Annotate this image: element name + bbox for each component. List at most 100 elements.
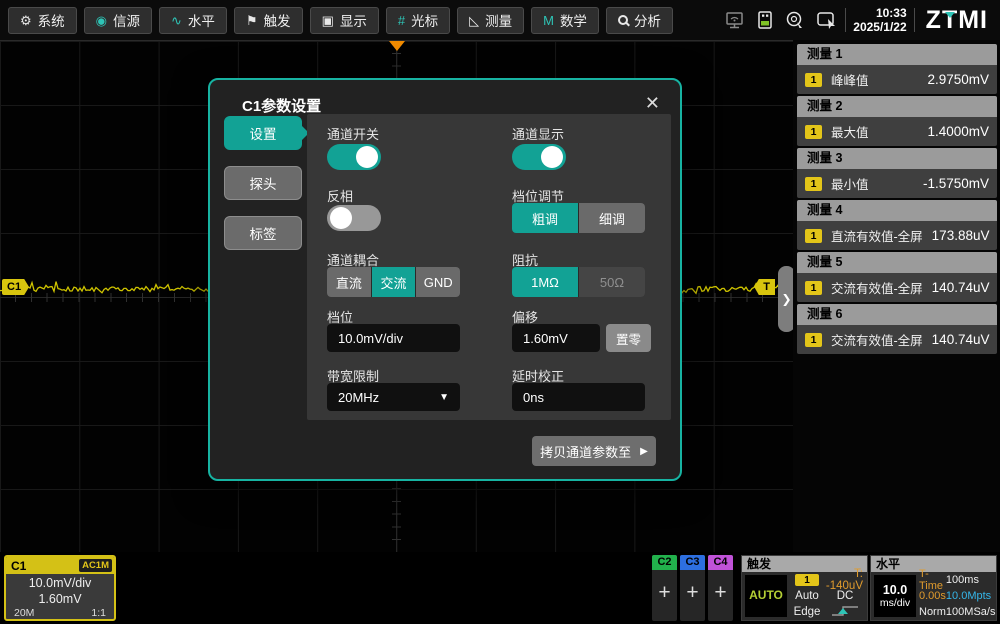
offset-input[interactable]: 1.60mV [512, 324, 600, 352]
menu-horizontal-label: 水平 [188, 10, 215, 30]
clock-date: 2025/1/22 [853, 20, 906, 34]
menu-display[interactable]: ▣ 显示 [310, 7, 379, 34]
tab-probe[interactable]: 探头 [224, 166, 302, 200]
brand-logo: ZTMI [922, 6, 992, 35]
horizontal-status-panel[interactable]: 水平 10.0 ms/div T-Time 100ms 0.00s 10.0Mp… [870, 555, 997, 621]
dialog-title: C1参数设置 [242, 95, 321, 116]
network-display-icon[interactable] [725, 10, 745, 30]
trigger-level-value: T: -140uV [825, 568, 865, 592]
copy-channel-params-button[interactable]: 拷贝通道参数至 ▶ [532, 436, 656, 466]
top-menu-bar: ⚙ 系统 ◉ 信源 ∿ 水平 ⚑ 触发 ▣ 显示 # 光标 ◺ 测量 M 数学 [0, 0, 1000, 40]
measurement-card-4[interactable]: 测量 4 1 直流有效值-全屏 173.88uV [797, 200, 997, 250]
menu-system-label: 系统 [38, 10, 65, 30]
source-badge: 1 [805, 125, 822, 139]
measurement-name: 最小值 [831, 174, 869, 193]
coupling-ac-option[interactable]: 交流 [372, 267, 416, 297]
channel1-level-tag[interactable]: C1 [2, 279, 29, 295]
menu-math-label: 数学 [560, 10, 587, 30]
measurement-title: 测量 5 [797, 252, 997, 273]
gain-fine-option[interactable]: 细调 [579, 203, 645, 233]
measurement-name: 交流有效值-全屏 [831, 278, 923, 297]
wave-icon: ∿ [171, 14, 182, 27]
menu-horizontal[interactable]: ∿ 水平 [159, 7, 227, 34]
measurement-value: 1.4000mV [927, 124, 989, 139]
measurement-title: 测量 1 [797, 44, 997, 65]
logo-triangle-icon [945, 12, 955, 18]
impedance-1m-option[interactable]: 1MΩ [512, 267, 578, 297]
measurement-title: 测量 2 [797, 96, 997, 117]
channel-switch-toggle[interactable] [327, 144, 381, 170]
topbar-divider [845, 8, 846, 32]
timebase-unit: ms/div [880, 597, 910, 609]
menu-measure[interactable]: ◺ 测量 [457, 7, 524, 34]
channel1-label: C1 [11, 559, 26, 573]
measurement-title: 测量 4 [797, 200, 997, 221]
channel3-label: C3 [680, 555, 705, 570]
dialog-tabs: 设置 探头 标签 [224, 116, 302, 250]
deskew-input[interactable]: 0ns [512, 383, 645, 411]
oscilloscope-screen: ⚙ 系统 ◉ 信源 ∿ 水平 ⚑ 触发 ▣ 显示 # 光标 ◺ 测量 M 数学 [0, 0, 1000, 624]
coupling-gnd-option[interactable]: GND [416, 267, 460, 297]
channel1-ratio: 1:1 [91, 607, 106, 619]
menu-source[interactable]: ◉ 信源 [84, 7, 152, 34]
add-channel2-button[interactable]: C2 + [652, 555, 677, 621]
menu-display-label: 显示 [340, 10, 367, 30]
gain-coarse-option[interactable]: 粗调 [512, 203, 578, 233]
channel1-bandwidth: 20M [14, 607, 34, 619]
memory-depth: 10.0Mpts [946, 590, 996, 602]
status-icons [725, 10, 838, 30]
trigger-sweep: Auto [789, 590, 825, 602]
measurement-card-5[interactable]: 测量 5 1 交流有效值-全屏 140.74uV [797, 252, 997, 302]
menu-trigger[interactable]: ⚑ 触发 [234, 7, 303, 34]
channel2-label: C2 [652, 555, 677, 570]
measurement-card-3[interactable]: 测量 3 1 最小值 -1.5750mV [797, 148, 997, 198]
channel1-info-box[interactable]: C1 AC1M 10.0mV/div 1.60mV 20M 1:1 [4, 555, 116, 621]
measurement-name: 峰峰值 [831, 70, 869, 89]
bottom-status-bar: C1 AC1M 10.0mV/div 1.60mV 20M 1:1 C2 + C… [0, 552, 1000, 624]
measurement-value: 173.88uV [932, 228, 990, 243]
tab-label[interactable]: 标签 [224, 216, 302, 250]
menu-math[interactable]: M 数学 [531, 7, 599, 34]
menu-trigger-label: 触发 [264, 10, 291, 30]
source-badge: 1 [805, 229, 822, 243]
trigger-status-panel[interactable]: 触发 AUTO 1 T: -140uV Auto DC Edge [741, 555, 868, 621]
chevron-right-icon: ❯ [781, 292, 791, 306]
measurement-card-1[interactable]: 测量 1 1 峰峰值 2.9750mV [797, 44, 997, 94]
channel-display-label: 通道显示 [512, 124, 564, 143]
clock[interactable]: 10:33 2025/1/22 [853, 6, 906, 35]
zero-button[interactable]: 置零 [606, 324, 651, 352]
channel4-label: C4 [708, 555, 733, 570]
measurement-card-6[interactable]: 测量 6 1 交流有效值-全屏 140.74uV [797, 304, 997, 354]
coupling-dc-option[interactable]: 直流 [327, 267, 371, 297]
scale-input[interactable]: 10.0mV/div [327, 324, 460, 352]
invert-toggle[interactable] [327, 205, 381, 231]
menu-analysis[interactable]: 分析 [606, 7, 673, 34]
trigger-position-marker[interactable] [389, 41, 405, 51]
menu-system[interactable]: ⚙ 系统 [8, 7, 77, 34]
add-channel3-button[interactable]: C3 + [680, 555, 705, 621]
add-channel4-button[interactable]: C4 + [708, 555, 733, 621]
bandwidth-dropdown[interactable]: 20MHz ▼ [327, 383, 460, 411]
toggle-knob [356, 146, 378, 168]
menu-analysis-label: 分析 [634, 10, 661, 30]
gesture-hand-icon[interactable] [816, 10, 838, 30]
timebase-scale: 10.0 [883, 583, 907, 597]
plus-icon: + [680, 570, 705, 616]
close-icon[interactable]: ✕ [643, 91, 662, 116]
toggle-knob [541, 146, 563, 168]
trigger-mode-box: AUTO [745, 575, 787, 617]
menu-cursor[interactable]: # 光标 [386, 7, 450, 34]
panel-collapse-handle[interactable]: ❯ [778, 266, 793, 332]
tab-settings[interactable]: 设置 [224, 116, 302, 150]
measurement-name: 交流有效值-全屏 [831, 330, 923, 349]
measurement-card-2[interactable]: 测量 2 1 最大值 1.4000mV [797, 96, 997, 146]
touch-icon[interactable] [785, 10, 805, 30]
usb-icon[interactable] [756, 10, 774, 30]
impedance-50-option[interactable]: 50Ω [579, 267, 645, 297]
channel-display-toggle[interactable] [512, 144, 566, 170]
ramp-icon: ◺ [469, 14, 479, 27]
source-badge: 1 [805, 73, 822, 87]
plus-icon: + [652, 570, 677, 616]
flag-icon: ⚑ [246, 14, 258, 27]
gear-icon: ⚙ [20, 14, 32, 27]
